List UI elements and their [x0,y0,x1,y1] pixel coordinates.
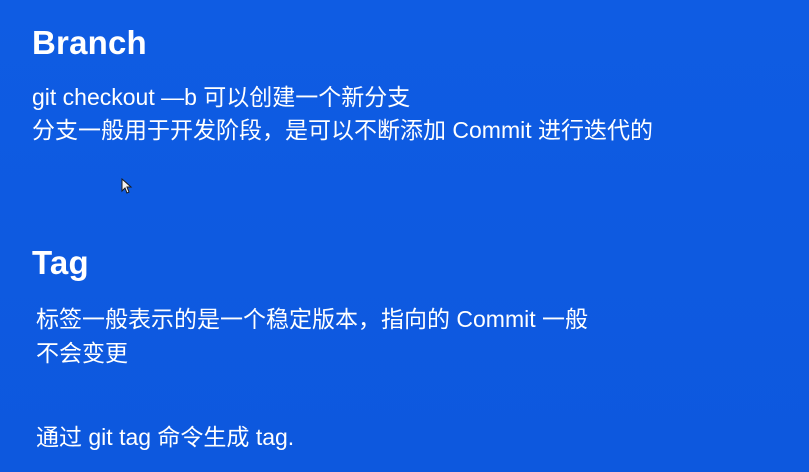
presentation-slide: Branch git checkout —b 可以创建一个新分支 分支一般用于开… [0,0,809,472]
tag-text-line-3: 通过 git tag 命令生成 tag. [36,424,295,450]
branch-heading: Branch [32,24,147,61]
branch-text-line-2: 分支一般用于开发阶段，是可以不断添加 Commit 进行迭代的 [32,117,653,143]
tag-text-line-2: 不会变更 [36,340,128,366]
tag-heading: Tag [32,244,89,281]
mouse-pointer-icon [121,178,133,194]
tag-text-line-1: 标签一般表示的是一个稳定版本，指向的 Commit 一般 [36,306,588,332]
branch-text-line-1: git checkout —b 可以创建一个新分支 [32,84,411,110]
